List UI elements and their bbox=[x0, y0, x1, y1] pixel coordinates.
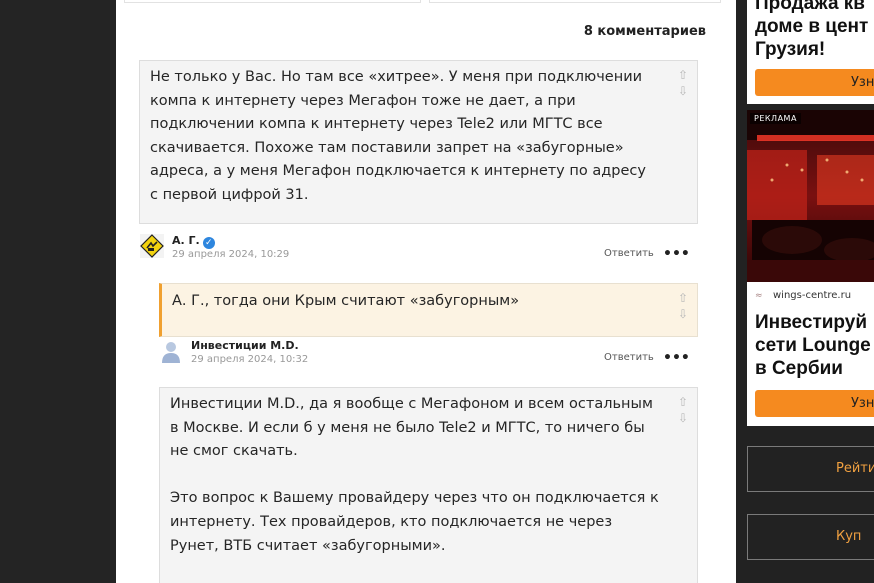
comment-date: 29 апреля 2024, 10:32 bbox=[191, 354, 309, 365]
more-options-icon[interactable]: ••• bbox=[663, 350, 690, 366]
ad-title-line: доме в цент bbox=[755, 16, 869, 37]
vote-up-icon[interactable]: ⇧ bbox=[677, 67, 689, 83]
more-options-icon[interactable]: ••• bbox=[663, 246, 690, 262]
avatar[interactable] bbox=[140, 234, 164, 258]
wings-logo-icon: ≈ bbox=[755, 291, 763, 301]
ad-title-line: Продажа кв bbox=[755, 0, 865, 14]
vote-down-icon[interactable]: ⇩ bbox=[677, 306, 689, 322]
vote-up-icon[interactable]: ⇧ bbox=[677, 290, 689, 306]
ad-learn-button[interactable]: Узн bbox=[755, 69, 874, 96]
sidebar: Продажа кв доме в цент Грузия! Узн РЕКЛА… bbox=[736, 0, 874, 583]
comment-bubble: Не только у Вас. Но там все «хитрее». У … bbox=[139, 60, 698, 224]
previous-cards-edge bbox=[124, 0, 724, 4]
ad-title-line: сети Lounge bbox=[755, 335, 871, 356]
rating-button[interactable]: Рейти bbox=[747, 446, 874, 492]
reply-button[interactable]: Ответить bbox=[604, 352, 654, 363]
vote-arrows: ⇧ ⇩ bbox=[677, 394, 689, 426]
comment-text: Не только у Вас. Но там все «хитрее». У … bbox=[150, 69, 646, 203]
comment-author: А. Г. ✓ 29 апреля 2024, 10:29 bbox=[140, 234, 440, 262]
vote-down-icon[interactable]: ⇩ bbox=[677, 410, 689, 426]
verified-icon: ✓ bbox=[202, 237, 215, 249]
vote-arrows: ⇧ ⇩ bbox=[677, 67, 689, 99]
ad-card[interactable]: Продажа кв доме в цент Грузия! Узн bbox=[747, 0, 874, 104]
avatar[interactable] bbox=[159, 339, 183, 363]
comments-count: 8 комментариев bbox=[583, 24, 706, 39]
comment-text: А. Г., тогда они Крым считают «забугорны… bbox=[172, 293, 520, 309]
ad-learn-button[interactable]: Узн bbox=[755, 390, 874, 417]
vote-arrows: ⇧ ⇩ bbox=[677, 290, 689, 322]
author-name[interactable]: А. Г. ✓ bbox=[172, 234, 215, 249]
buy-button[interactable]: Куп bbox=[747, 514, 874, 560]
comment-paragraph: Это вопрос к Вашему провайдеру через что… bbox=[170, 490, 659, 554]
comments-column: 8 комментариев Не только у Вас. Но там в… bbox=[116, 0, 736, 583]
left-gutter bbox=[0, 0, 116, 583]
reply-bubble: А. Г., тогда они Крым считают «забугорны… bbox=[159, 283, 698, 337]
ad-domain[interactable]: wings-centre.ru bbox=[773, 290, 851, 301]
comment-author: Инвестиции M.D. 29 апреля 2024, 10:32 bbox=[159, 339, 459, 367]
ad-label: РЕКЛАМА bbox=[750, 113, 801, 124]
ad-title-line: в Сербии bbox=[755, 358, 843, 379]
comment-bubble: Инвестиции M.D., да я вообще с Мегафоном… bbox=[159, 387, 698, 583]
ad-image[interactable]: РЕКЛАМА bbox=[747, 110, 874, 282]
author-name[interactable]: Инвестиции M.D. bbox=[191, 339, 299, 352]
vote-up-icon[interactable]: ⇧ bbox=[677, 394, 689, 410]
reply-button[interactable]: Ответить bbox=[604, 248, 654, 259]
ad-title-line: Инвестируй bbox=[755, 312, 868, 333]
ad-title-line: Грузия! bbox=[755, 39, 826, 60]
vote-down-icon[interactable]: ⇩ bbox=[677, 83, 689, 99]
comment-paragraph: Инвестиции M.D., да я вообще с Мегафоном… bbox=[170, 396, 653, 460]
ad-card[interactable]: РЕКЛАМА ≈ wings-centre.ru Инвестируй сет… bbox=[747, 110, 874, 426]
comment-date: 29 апреля 2024, 10:29 bbox=[172, 249, 290, 260]
